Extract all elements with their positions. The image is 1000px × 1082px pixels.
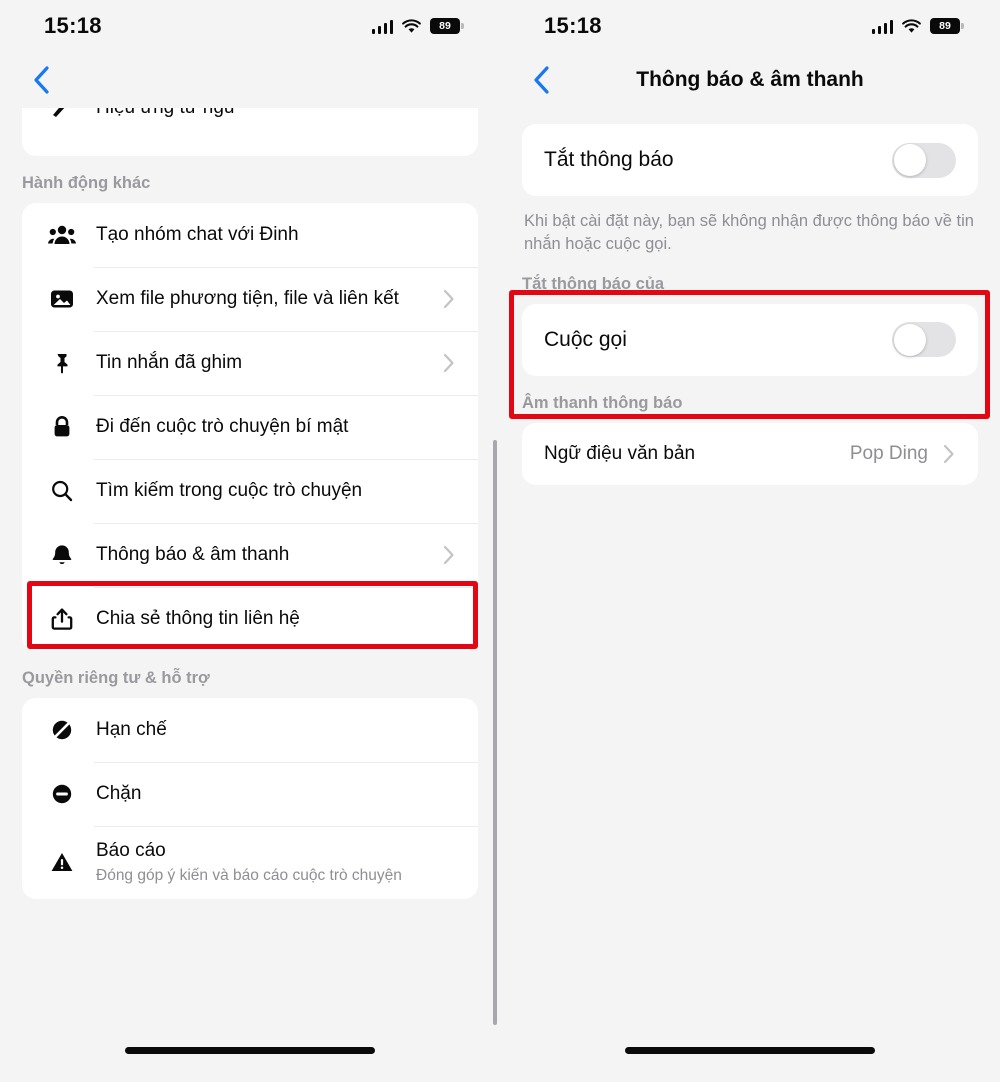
toggle-knob [893,323,926,356]
home-indicator-right [625,1047,875,1054]
list-item-label: Hiệu ứng từ ngữ [96,108,452,121]
list-item-block[interactable]: Chặn [22,762,478,826]
wifi-icon [402,18,421,34]
card-mute-for: Cuộc gọi [522,303,978,376]
mute-calls-toggle[interactable] [892,322,956,358]
list-item-sublabel: Đóng góp ý kiến và báo cáo cuộc trò chuy… [96,866,402,884]
list-item-body: Thông báo & âm thanh [82,530,438,580]
battery-level: 89 [939,19,951,32]
list-item-create-group-chat[interactable]: Tạo nhóm chat với Đinh [22,203,478,267]
share-icon [42,607,82,631]
list-item-restrict[interactable]: Hạn chế [22,698,478,762]
list-item-label: Tìm kiếm trong cuộc trò chuyện [96,480,363,502]
list-item-notifications-and-sounds[interactable]: Thông báo & âm thanh [22,523,478,587]
block-icon [42,782,82,806]
mute-calls-label: Cuộc gọi [544,327,627,351]
text-tone-value-group: Pop Ding [850,443,960,465]
right-phone-screen: 15:18 89 Thông báo & âm thanh Tắt thông … [500,0,1000,1082]
back-button[interactable] [528,66,554,94]
list-item-label: Thông báo & âm thanh [96,544,290,566]
list-item-label: Đi đến cuộc trò chuyện bí mật [96,416,349,438]
list-item-share-contact-info[interactable]: Chia sẻ thông tin liên hệ [22,587,478,651]
list-item-label: Tin nhắn đã ghim [96,352,243,374]
list-item-body: Tin nhắn đã ghim [82,338,438,388]
status-icons: 89 [871,18,964,34]
cellular-signal-icon [871,19,893,34]
status-time: 15:18 [544,13,602,38]
section-header-mute-for: Tắt thông báo của [522,274,665,293]
panel-divider [493,440,497,1025]
list-item-body: Tạo nhóm chat với Đinh [82,210,460,260]
chevron-right-icon [438,545,460,565]
word-effect-icon [42,108,82,120]
list-item-body: Báo cáo Đóng góp ý kiến và báo cáo cuộc … [82,826,460,899]
chevron-right-icon [438,353,460,373]
list-item-label: Báo cáo [96,840,166,861]
list-item-word-effect[interactable]: Hiệu ứng từ ngữ [22,108,478,140]
mute-notifications-row[interactable]: Tắt thông báo [522,124,978,196]
list-item-report[interactable]: Báo cáo Đóng góp ý kiến và báo cáo cuộc … [22,826,478,899]
list-item-search-in-conversation[interactable]: Tìm kiếm trong cuộc trò chuyện [22,459,478,523]
list-item-body: Tìm kiếm trong cuộc trò chuyện [82,466,460,516]
chevron-right-icon [438,289,460,309]
section-header-privacy-support: Quyền riêng tư & hỗ trợ [22,669,210,687]
text-tone-row[interactable]: Ngữ điệu văn bản Pop Ding [522,423,978,485]
nav-bar-left [0,52,500,108]
clipped-card-top: Hiệu ứng từ ngữ [22,108,478,156]
lock-icon [42,415,82,439]
list-item-body: Chặn [82,769,460,819]
wifi-icon [902,18,921,34]
list-item-body: Xem file phương tiện, file và liên kết [82,274,438,324]
text-tone-value: Pop Ding [849,442,928,464]
nav-bar-right: Thông báo & âm thanh [500,52,1000,108]
status-icons: 89 [371,18,464,34]
list-item-view-media-files-links[interactable]: Xem file phương tiện, file và liên kết [22,267,478,331]
list-item-label: Tạo nhóm chat với Đinh [96,224,299,246]
search-icon [42,479,82,503]
mute-notifications-label: Tắt thông báo [544,148,674,171]
chevron-right-icon [938,444,960,464]
back-button[interactable] [28,66,54,94]
mute-notifications-help-text: Khi bật cài đặt này, bạn sẽ không nhận đ… [524,212,974,254]
list-item-body: Đi đến cuộc trò chuyện bí mật [82,402,460,452]
card-privacy-support: Hạn chế Chặn Báo cáo Đóng góp ý kiến và … [22,698,478,899]
battery-icon: 89 [430,18,464,34]
left-phone-screen: 15:18 89 Hành động khác Tạo nhóm chat vớ… [0,0,500,1082]
list-item-label: Chia sẻ thông tin liên hệ [96,608,300,630]
restrict-icon [42,718,82,742]
battery-level: 89 [439,19,451,32]
section-header-other-actions: Hành động khác [22,174,151,192]
list-item-label: Chặn [96,783,142,805]
text-tone-label: Ngữ điệu văn bản [544,442,696,464]
list-item-label: Xem file phương tiện, file và liên kết [96,288,399,310]
toggle-knob [893,144,926,176]
pin-icon [42,351,82,375]
list-item-body: Hiệu ứng từ ngữ [82,108,460,133]
battery-icon: 89 [930,18,964,34]
status-time: 15:18 [44,13,102,38]
status-bar-left: 15:18 89 [0,0,500,52]
people-group-icon [42,223,82,247]
card-other-actions: Tạo nhóm chat với Đinh Xem file phương t… [22,203,478,651]
photo-icon [42,287,82,311]
home-indicator-left [125,1047,375,1054]
bell-icon [42,543,82,567]
status-bar-right: 15:18 89 [500,0,1000,52]
section-header-notification-sound: Âm thanh thông báo [522,393,683,412]
dual-screenshot-container: 15:18 89 Hành động khác Tạo nhóm chat vớ… [0,0,1000,1082]
list-item-body: Chia sẻ thông tin liên hệ [82,594,460,644]
list-item-pinned-messages[interactable]: Tin nhắn đã ghim [22,331,478,395]
card-mute-notifications: Tắt thông báo [522,124,978,196]
list-item-secret-conversation[interactable]: Đi đến cuộc trò chuyện bí mật [22,395,478,459]
page-title: Thông báo & âm thanh [636,68,864,91]
card-notification-sound: Ngữ điệu văn bản Pop Ding [522,422,978,485]
mute-notifications-toggle[interactable] [892,142,956,178]
cellular-signal-icon [371,19,393,34]
list-item-label: Hạn chế [96,719,167,741]
warning-triangle-icon [42,850,82,874]
list-item-body: Hạn chế [82,705,460,755]
mute-calls-row[interactable]: Cuộc gọi [522,304,978,376]
